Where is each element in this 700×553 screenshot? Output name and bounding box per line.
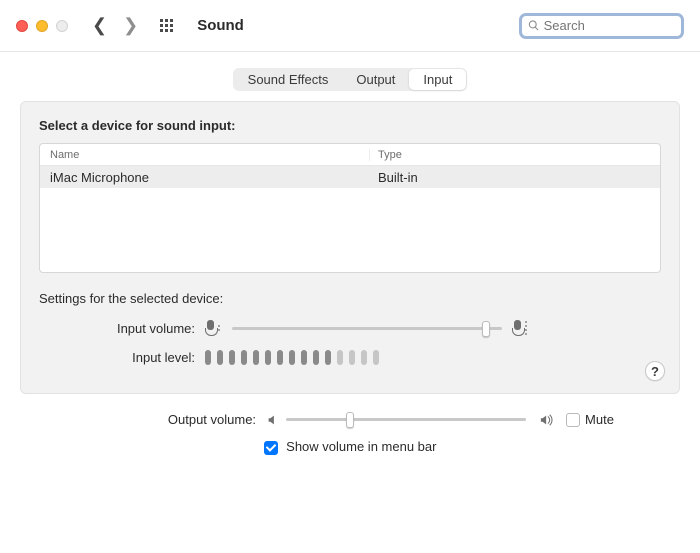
search-input[interactable] xyxy=(544,18,675,33)
window-title: Sound xyxy=(197,17,244,34)
mic-high-level-icon xyxy=(525,321,527,335)
input-volume-slider[interactable] xyxy=(232,327,502,330)
mic-low-level-icon xyxy=(218,325,220,331)
close-icon[interactable] xyxy=(16,20,28,32)
output-volume-label: Output volume: xyxy=(86,412,266,427)
toolbar: ❮ ❯ Sound xyxy=(0,0,700,52)
input-level-meter xyxy=(205,350,379,365)
input-panel: Select a device for sound input: Name Ty… xyxy=(20,101,680,394)
mute-checkbox[interactable] xyxy=(566,413,580,427)
window-controls xyxy=(16,20,68,32)
table-row[interactable]: iMac Microphone Built-in xyxy=(40,166,660,188)
output-volume-slider[interactable] xyxy=(286,418,526,421)
speaker-high-icon xyxy=(538,413,556,427)
show-in-menubar-checkbox[interactable] xyxy=(264,441,278,455)
device-name: iMac Microphone xyxy=(40,170,370,185)
mic-low-icon xyxy=(205,320,216,336)
output-section: Output volume: Mute Show volume in menu … xyxy=(0,394,700,455)
minimize-icon[interactable] xyxy=(36,20,48,32)
input-level-label: Input level: xyxy=(39,350,205,365)
forward-button: ❯ xyxy=(119,15,142,36)
search-icon xyxy=(528,19,540,32)
search-field[interactable] xyxy=(519,13,684,39)
input-volume-label: Input volume: xyxy=(39,321,205,336)
help-button[interactable]: ? xyxy=(645,361,665,381)
show-all-icon[interactable] xyxy=(160,19,173,32)
slider-thumb[interactable] xyxy=(482,321,490,337)
tab-sound-effects[interactable]: Sound Effects xyxy=(234,69,343,90)
col-name[interactable]: Name xyxy=(40,149,370,161)
col-type[interactable]: Type xyxy=(370,149,660,161)
input-volume-row: Input volume: xyxy=(39,320,661,336)
back-button[interactable]: ❮ xyxy=(88,15,111,36)
mute-label: Mute xyxy=(585,412,614,427)
speaker-low-icon xyxy=(266,413,280,427)
table-header: Name Type xyxy=(40,144,660,166)
device-select-heading: Select a device for sound input: xyxy=(39,118,661,133)
input-level-row: Input level: xyxy=(39,350,661,365)
device-table: Name Type iMac Microphone Built-in xyxy=(39,143,661,273)
settings-heading: Settings for the selected device: xyxy=(39,291,661,306)
zoom-icon xyxy=(56,20,68,32)
tab-bar: Sound Effects Output Input xyxy=(20,68,680,91)
tab-input[interactable]: Input xyxy=(409,69,466,90)
tab-output[interactable]: Output xyxy=(342,69,409,90)
slider-thumb[interactable] xyxy=(346,412,354,428)
mic-high-icon xyxy=(512,320,523,336)
show-in-menubar-label: Show volume in menu bar xyxy=(286,439,436,454)
device-type: Built-in xyxy=(370,170,660,185)
